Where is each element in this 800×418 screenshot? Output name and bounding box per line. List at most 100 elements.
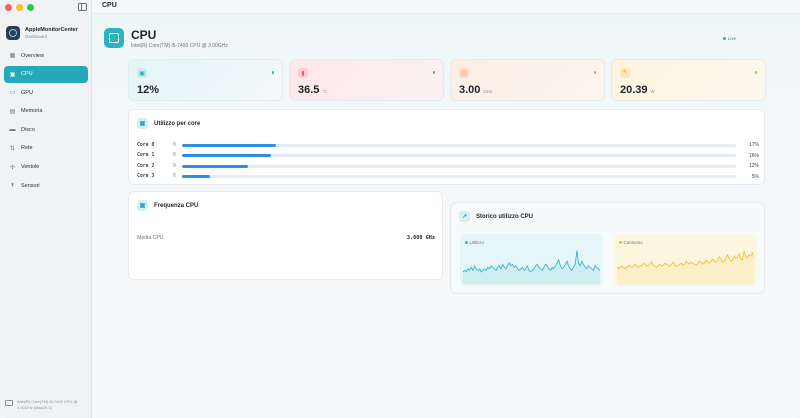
sidebar-item-overview[interactable]: ▦ Overview (4, 47, 88, 64)
series-label: Consumo (623, 240, 643, 245)
sidebar-toggle-icon[interactable] (78, 3, 87, 11)
usage-sparkline-card: Utilizzo (460, 234, 603, 286)
series-legend: Utilizzo (465, 240, 484, 245)
series-legend: Consumo (619, 240, 643, 245)
panel-title-label: Utilizzo per core (154, 120, 201, 127)
frequency-value: 3.000 GHz (406, 235, 435, 241)
sidebar-item-disk[interactable]: ▬ Disco (4, 121, 88, 138)
core-row: Core 0 0 17% (137, 141, 759, 149)
live-label: Live (727, 36, 736, 41)
legend-dot-icon (619, 241, 622, 244)
live-dot-icon (722, 37, 726, 40)
metric-value: 20.39 W (620, 84, 655, 96)
clock-icon: ◷ (459, 68, 469, 78)
core-percent: 5% (751, 173, 759, 180)
core-name: Core 2 (137, 163, 155, 169)
core-name: Core 3 (137, 174, 155, 179)
core-name: Core 0 (137, 142, 155, 148)
sidebar: AppleMonitorCenter Dashboard ▦ Overview … (0, 0, 92, 418)
sidebar-item-label: Rete (21, 145, 33, 152)
memory-icon: ▤ (9, 108, 16, 115)
main-content: CPU Intel(R) Core(TM) i5-7400 CPU @ 3.00… (92, 14, 800, 418)
sidebar-item-label: Sensori (21, 182, 40, 189)
core-progress-fill (182, 143, 277, 147)
frequency-row: Media CPU 3.000 GHz (137, 235, 435, 241)
panel-title: ▣ Utilizzo per core (137, 118, 200, 129)
sidebar-item-fans[interactable]: ✢ Ventole (4, 159, 88, 176)
sparkline-area (617, 250, 754, 284)
network-icon: ⇅ (9, 145, 16, 152)
cpu-icon: ▣ (137, 118, 148, 129)
sidebar-item-label: GPU (21, 89, 33, 96)
page-subtitle: Intel(R) Core(TM) i5-7400 CPU @ 3.00GHz (131, 43, 228, 49)
zoom-window-button[interactable] (27, 4, 34, 11)
core-progress-bar (182, 164, 736, 168)
sidebar-item-network[interactable]: ⇅ Rete (4, 140, 88, 157)
window-controls (5, 4, 34, 11)
sidebar-item-label: Ventole (21, 164, 40, 171)
sparkline-area (463, 250, 600, 284)
core-name: Core 1 (137, 153, 155, 158)
minimize-window-button[interactable] (16, 4, 23, 11)
panel-title-label: Frequenza CPU (154, 202, 199, 209)
metric-value: 12% (137, 84, 160, 96)
core-row: Core 3 0 5% (137, 173, 759, 181)
core-progress-bar (182, 154, 736, 157)
sidebar-item-label: CPU (21, 71, 33, 78)
bolt-icon: ϟ (620, 68, 630, 78)
toolbar-title: CPU (102, 2, 117, 9)
app-name: AppleMonitorCenter (25, 26, 78, 33)
chart-icon: ↗ (459, 211, 470, 222)
metric-card-usage: ▣ 12% (128, 59, 283, 101)
core-progress-fill (182, 164, 249, 168)
core-percent: 16% (748, 152, 759, 159)
sidebar-item-gpu[interactable]: ▭ GPU (4, 84, 88, 101)
cpu-icon: ▣ (137, 68, 147, 78)
core-progress-fill (182, 154, 271, 157)
core-progress-bar (182, 175, 736, 178)
usage-sparkline (463, 250, 600, 284)
core-usage-panel: ▣ Utilizzo per core Core 0 0 17% Core 1 … (128, 109, 765, 185)
panel-title-label: Storico utilizzo CPU (476, 213, 533, 220)
core-percent: 17% (748, 142, 759, 148)
status-dot (754, 71, 757, 74)
sidebar-item-label: Disco (21, 126, 35, 133)
overview-icon: ▦ (9, 53, 16, 59)
metric-value: 3.00 GHz (459, 84, 493, 96)
close-window-button[interactable] (5, 4, 12, 11)
app-brand: AppleMonitorCenter Dashboard (6, 26, 78, 40)
thermometer-icon: ▮ (298, 68, 308, 78)
sidebar-footer: Intel(R) Core(TM) i5-7400 CPU @ 3.00GHz … (5, 399, 87, 410)
core-percent: 12% (748, 163, 759, 169)
disk-icon: ▬ (9, 126, 16, 133)
metric-card-power: ϟ 20.39 W (611, 59, 766, 101)
sidebar-item-label: Memoria (21, 108, 43, 115)
app-subtitle: Dashboard (25, 33, 48, 39)
live-indicator: Live (722, 36, 736, 41)
core-progress-fill (182, 175, 210, 178)
fan-icon: ✢ (9, 164, 16, 171)
sidebar-item-sensors[interactable]: ↟ Sensori (4, 177, 88, 194)
cpu-header-icon (104, 28, 124, 48)
core-progress-bar (182, 143, 736, 147)
metric-value: 36.5 °C (298, 84, 328, 96)
machine-info: Intel(R) Core(TM) i5-7400 CPU @ 3.00GHz … (17, 399, 78, 410)
status-dot (593, 71, 596, 74)
sensor-icon: ↟ (9, 183, 16, 190)
frequency-panel: ▣ Frequenza CPU Media CPU 3.000 GHz (128, 191, 443, 280)
metric-card-temperature: ▮ 36.5 °C (289, 59, 444, 101)
legend-dot-icon (465, 241, 468, 244)
panel-title: ▣ Frequenza CPU (137, 200, 198, 211)
core-row: Core 2 0 12% (137, 162, 759, 170)
sidebar-item-cpu[interactable]: ▣ CPU (4, 65, 88, 83)
sidebar-item-memory[interactable]: ▤ Memoria (4, 103, 88, 120)
usage-history-panel: ↗ Storico utilizzo CPU Utilizzo Consumo (450, 202, 765, 294)
metric-card-frequency: ◷ 3.00 GHz (450, 59, 605, 101)
app-window: AppleMonitorCenter Dashboard ▦ Overview … (0, 0, 800, 418)
gpu-icon: ▭ (9, 90, 16, 97)
sidebar-nav: ▦ Overview ▣ CPU ▭ GPU ▤ Memoria ▬ Disco… (4, 47, 88, 196)
computer-icon (5, 400, 13, 406)
series-label: Utilizzo (469, 240, 485, 245)
sidebar-item-label: Overview (21, 52, 44, 59)
app-logo-icon (6, 26, 20, 40)
